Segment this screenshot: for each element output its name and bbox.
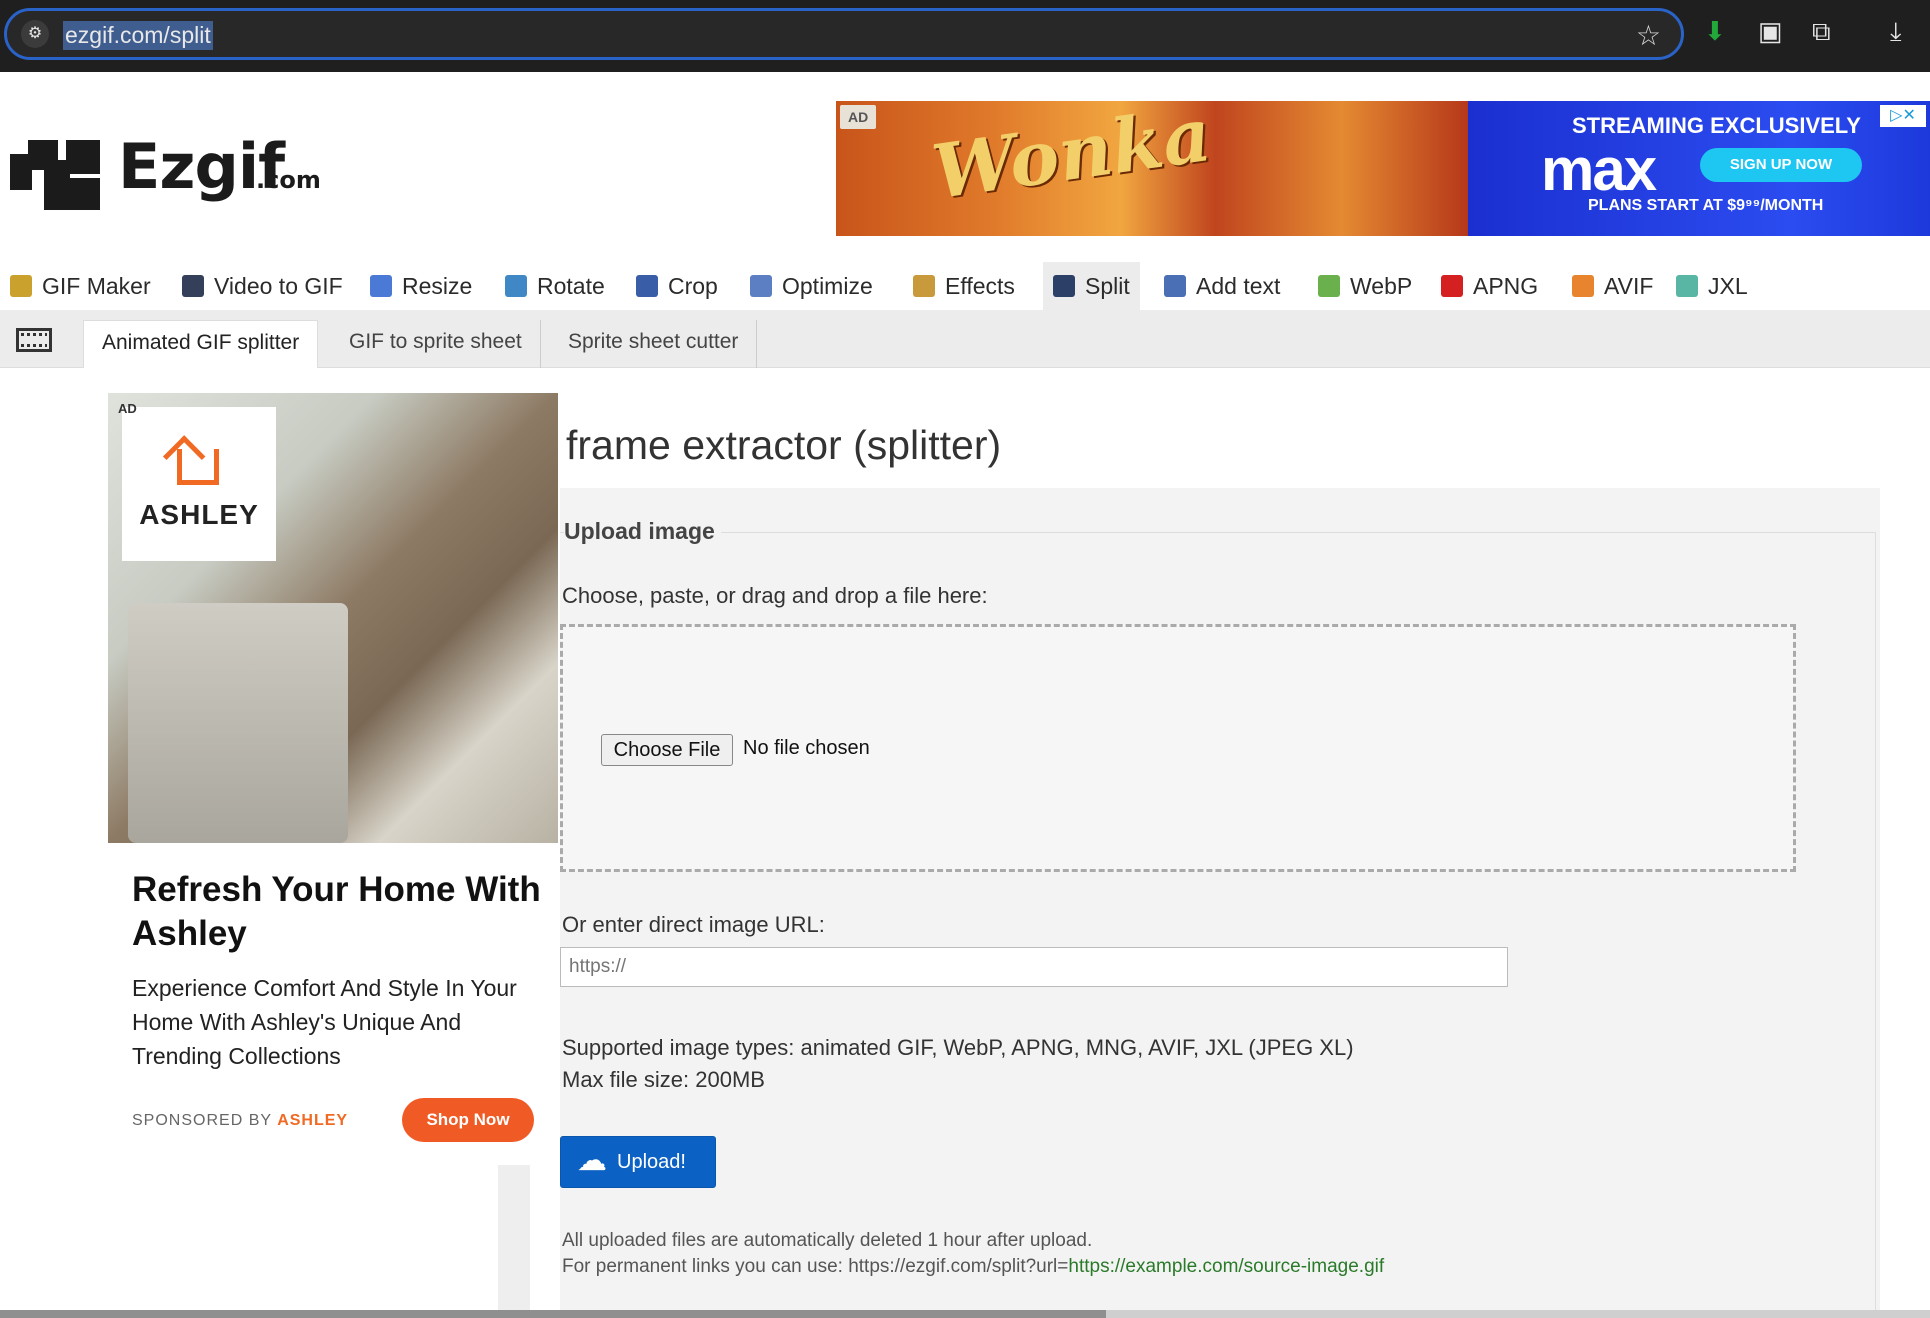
- side-ad-body: Experience Comfort And Style In Your Hom…: [132, 975, 517, 1069]
- sub-nav: Animated GIF splitter GIF to sprite shee…: [0, 310, 1930, 368]
- nav-item-label: Crop: [668, 272, 718, 299]
- crop-icon: [636, 275, 658, 297]
- site-info-icon[interactable]: ⚙: [21, 20, 49, 48]
- shop-now-button[interactable]: Shop Now: [402, 1098, 534, 1142]
- horizontal-scrollbar[interactable]: [0, 1310, 1930, 1318]
- nav-item-webp[interactable]: WebP: [1308, 262, 1422, 310]
- nav-item-split[interactable]: Split: [1043, 262, 1140, 310]
- upload-panel: Upload image Choose, paste, or drag and …: [560, 488, 1880, 1318]
- nav-item-video-to-gif[interactable]: Video to GIF: [172, 262, 353, 310]
- upload-note: All uploaded files are automatically del…: [562, 1230, 1385, 1277]
- add-text-icon: [1164, 275, 1186, 297]
- image-url-input[interactable]: [560, 947, 1508, 987]
- nav-item-label: Optimize: [782, 272, 873, 299]
- side-ad-tag: AD: [118, 401, 137, 416]
- nav-item-label: Add text: [1196, 272, 1281, 299]
- choose-file-button[interactable]: Choose File: [601, 734, 733, 766]
- ezgif-logo-mark: [10, 140, 102, 210]
- subnav-sprite-sheet-cutter[interactable]: Sprite sheet cutter: [550, 320, 758, 368]
- file-status: No file chosen: [743, 737, 870, 759]
- browser-toolbar: ⚙ ezgif.com/split ☆ ⬇ ▣ ⧉ ⤓: [0, 0, 1930, 72]
- nav-item-rotate[interactable]: Rotate: [495, 262, 615, 310]
- video-icon: [182, 275, 204, 297]
- apng-icon: [1441, 275, 1463, 297]
- choose-file-label: Choose, paste, or drag and drop a file h…: [562, 583, 988, 608]
- page-title: frame extractor (splitter): [566, 422, 1002, 468]
- signup-button[interactable]: SIGN UP NOW: [1700, 148, 1862, 182]
- side-ad-headline[interactable]: Refresh Your Home With Ashley: [132, 868, 552, 956]
- wonka-title: Wonka: [927, 101, 1217, 217]
- nav-item-avif[interactable]: AVIF: [1562, 262, 1663, 310]
- max-logo: max: [1541, 136, 1657, 203]
- nav-item-label: Split: [1085, 272, 1130, 299]
- sponsored-label: SPONSORED BY ASHLEY: [132, 1112, 349, 1129]
- subnav-animated-gif-splitter[interactable]: Animated GIF splitter: [83, 320, 319, 368]
- bookmark-star-icon[interactable]: ☆: [1636, 19, 1661, 52]
- upload-legend: Upload image: [564, 518, 721, 545]
- scrollbar-thumb[interactable]: [0, 1310, 1106, 1318]
- nav-item-apng[interactable]: APNG: [1431, 262, 1548, 310]
- chair-image: [128, 603, 348, 843]
- jxl-icon: [1676, 275, 1698, 297]
- nav-item-add-text[interactable]: Add text: [1154, 262, 1290, 310]
- supported-info: Supported image types: animated GIF, Web…: [562, 1032, 1354, 1096]
- rotate-icon: [505, 275, 527, 297]
- upload-button[interactable]: Upload!: [560, 1136, 716, 1188]
- nav-item-label: WebP: [1350, 272, 1413, 299]
- cloud-upload-icon: [577, 1143, 607, 1178]
- address-bar[interactable]: ⚙ ezgif.com/split ☆: [4, 8, 1684, 60]
- nav-item-label: Video to GIF: [214, 272, 343, 299]
- optimize-icon: [750, 275, 772, 297]
- nav-item-label: GIF Maker: [42, 272, 151, 299]
- nav-item-label: APNG: [1473, 272, 1539, 299]
- main-nav: GIF Maker Video to GIF Resize Rotate Crop Opt…: [0, 262, 1930, 310]
- url-label: Or enter direct image URL:: [562, 912, 825, 937]
- nav-item-crop[interactable]: Crop: [626, 262, 728, 310]
- subnav-gif-to-sprite-sheet[interactable]: GIF to sprite sheet: [331, 320, 541, 368]
- nav-item-jxl[interactable]: JXL: [1666, 262, 1758, 310]
- nav-item-label: AVIF: [1604, 272, 1654, 299]
- logo-suffix: .com: [256, 166, 321, 194]
- avif-icon: [1572, 275, 1594, 297]
- url-text[interactable]: ezgif.com/split: [63, 21, 213, 50]
- nav-item-label: Effects: [945, 272, 1015, 299]
- effects-icon: [913, 275, 935, 297]
- ezgif-logo[interactable]: Ezgif .com: [10, 128, 321, 218]
- page-gutter: [498, 1165, 530, 1318]
- side-ad[interactable]: ASHLEY AD Refresh Your Home With Ashley …: [108, 393, 558, 1163]
- split-icon: [1053, 275, 1075, 297]
- house-icon: [177, 449, 219, 485]
- wonka-ad-art: Wonka: [836, 101, 1468, 236]
- gif-maker-icon: [10, 275, 32, 297]
- film-strip-icon: [16, 328, 52, 352]
- resize-icon: [370, 275, 392, 297]
- downloads-icon[interactable]: ⤓: [1890, 16, 1902, 48]
- ad-close-icon[interactable]: ▷✕: [1880, 105, 1926, 127]
- nav-item-resize[interactable]: Resize: [360, 262, 482, 310]
- nav-item-effects[interactable]: Effects: [903, 262, 1025, 310]
- ad-tag: AD: [840, 105, 877, 129]
- ad-photo: ASHLEY AD: [108, 393, 558, 843]
- file-dropzone[interactable]: Choose File No file chosen: [560, 624, 1796, 872]
- ashley-logo: ASHLEY: [122, 407, 276, 561]
- extensions-icon[interactable]: ⧉: [1812, 16, 1831, 48]
- nav-item-label: Resize: [402, 272, 473, 299]
- nav-item-optimize[interactable]: Optimize: [740, 262, 883, 310]
- nav-item-gif-maker[interactable]: GIF Maker: [0, 262, 161, 310]
- ad-price: PLANS START AT $9⁹⁹/MONTH: [1588, 197, 1824, 214]
- nav-item-label: JXL: [1708, 272, 1748, 299]
- supported-types: Supported image types: animated GIF, Web…: [562, 1035, 1354, 1060]
- max-file-size: Max file size: 200MB: [562, 1067, 765, 1092]
- example-url-link[interactable]: https://example.com/source-image.gif: [1068, 1256, 1384, 1277]
- webp-icon: [1318, 275, 1340, 297]
- top-banner-ad[interactable]: Wonka AD STREAMING EXCLUSIVELY max SIGN …: [836, 101, 1930, 236]
- download-arrow-icon[interactable]: ⬇: [1704, 16, 1726, 47]
- nav-item-label: Rotate: [537, 272, 605, 299]
- picture-in-picture-icon[interactable]: ▣: [1758, 16, 1783, 47]
